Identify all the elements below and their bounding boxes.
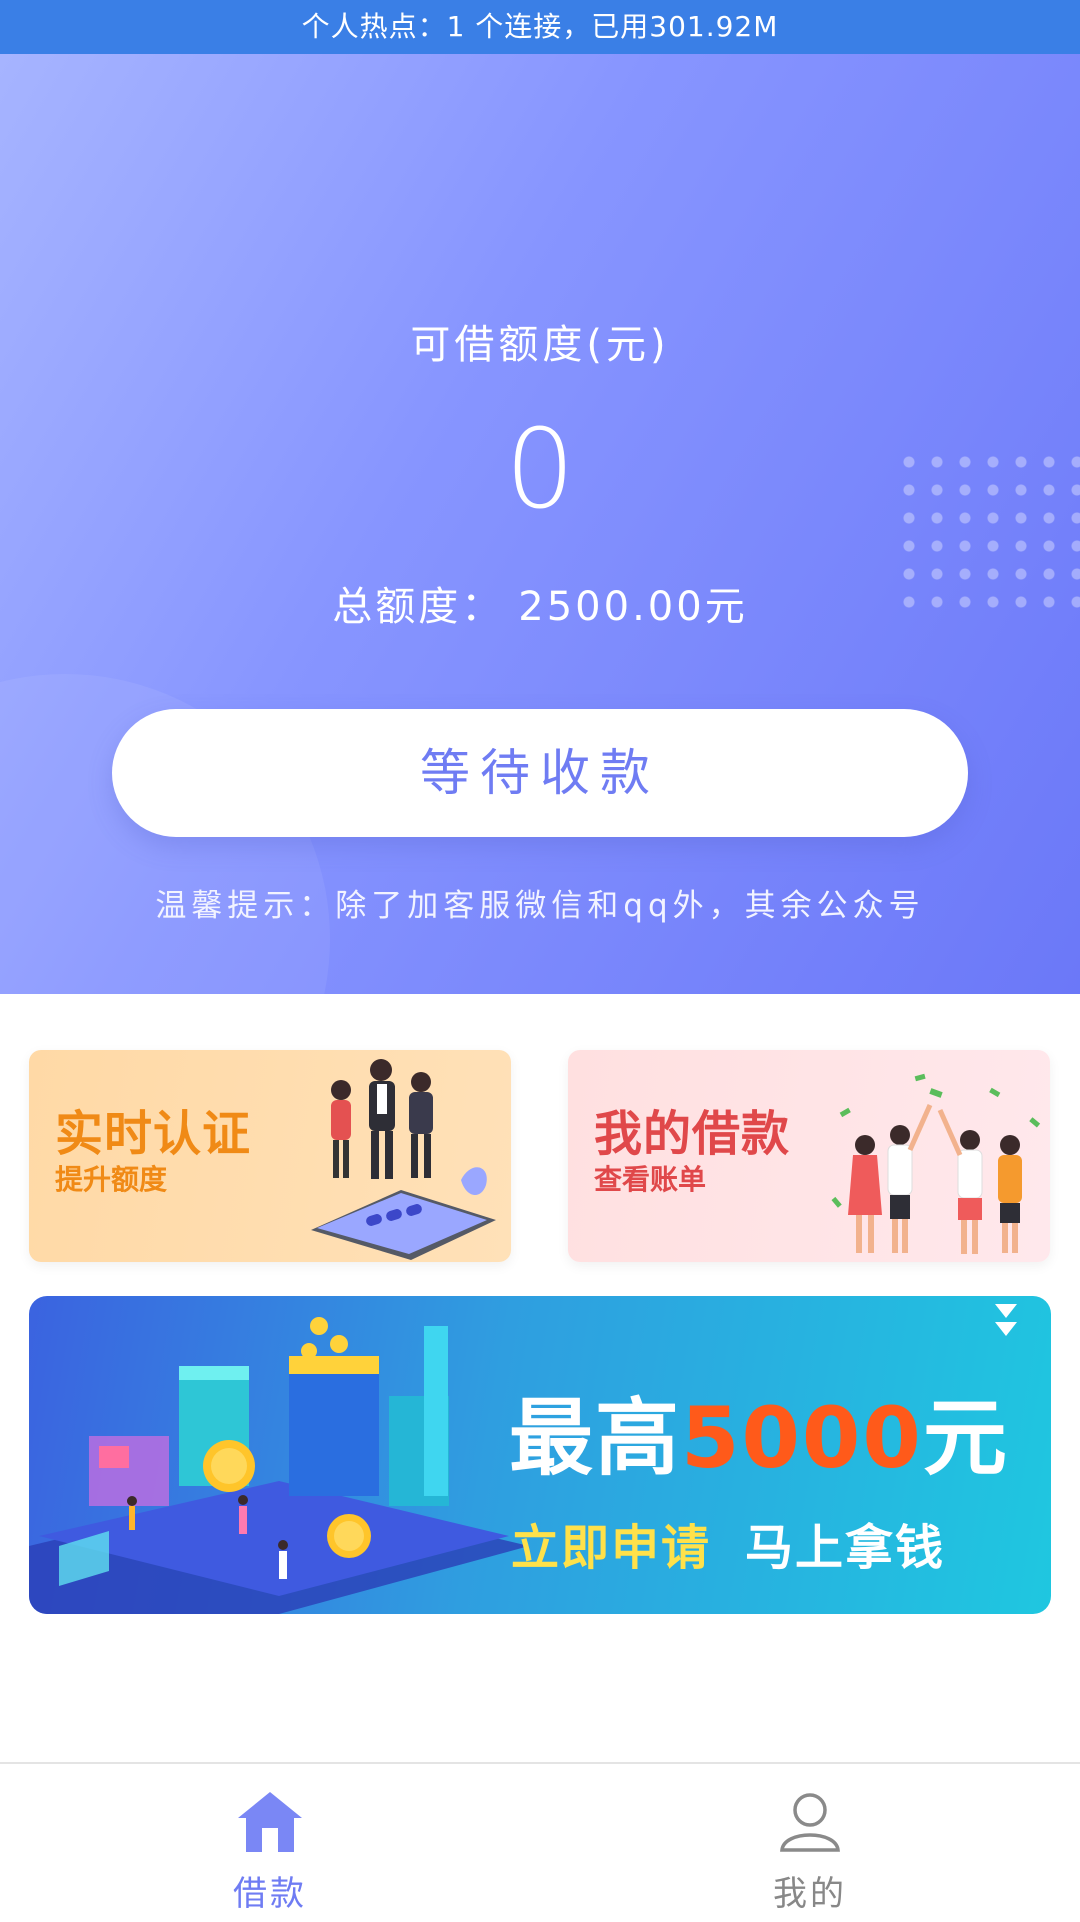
banner-amount: 5000 (681, 1389, 923, 1487)
bottom-tab-bar: 借款 我的 (0, 1762, 1080, 1920)
verify-card-subtitle: 提升额度 (55, 1163, 168, 1196)
isometric-city-illustration (29, 1317, 529, 1614)
available-limit-value: 0 (505, 405, 575, 533)
status-bar: 个人热点：1 个连接，已用301.92M (0, 0, 1080, 54)
my-loans-card[interactable]: 我的借款 查看账单 (568, 1050, 1050, 1262)
my-loans-card-subtitle: 查看账单 (594, 1163, 707, 1196)
warm-tip: 温馨提示：除了加客服微信和qq外，其余公众号 (155, 888, 925, 924)
banner-cta-get-money: 马上拿钱 (745, 1520, 946, 1576)
tab-borrow-label: 借款 (233, 1874, 307, 1914)
total-limit-label: 总额度： (332, 584, 505, 630)
banner-suffix: 元 (922, 1389, 1009, 1487)
banner-cta-apply: 立即申请 (511, 1520, 712, 1576)
total-limit: 总额度： 2500.00元 (0, 574, 1080, 632)
verify-card[interactable]: 实时认证 提升额度 (29, 1050, 511, 1262)
verify-card-title: 实时认证 (55, 1106, 252, 1162)
banner-prefix: 最高 (509, 1389, 682, 1487)
credit-limit-panel: 可借额度(元) 0 总额度： 2500.00元 等待收款 温馨提示：除了加客服微信… (0, 54, 1080, 994)
celebrating-people-illustration (831, 1073, 1041, 1254)
banner-cta: 立即申请 马上拿钱 (511, 1508, 945, 1578)
banner-headline: 最高5000元 (509, 1396, 1009, 1480)
home-icon (238, 1792, 302, 1852)
tab-borrow[interactable]: 借款 (0, 1764, 540, 1922)
tab-mine[interactable]: 我的 (540, 1764, 1080, 1922)
status-bar-text: 个人热点：1 个连接，已用301.92M (301, 10, 779, 43)
people-phone-illustration (311, 1059, 496, 1260)
promo-banner[interactable]: 最高5000元 立即申请 马上拿钱 (29, 1296, 1051, 1614)
total-limit-value: 2500.00元 (518, 584, 748, 630)
my-loans-card-title: 我的借款 (594, 1106, 791, 1162)
tab-mine-label: 我的 (773, 1874, 847, 1914)
double-chevron-down-icon (995, 1304, 1017, 1336)
user-icon (780, 1793, 840, 1852)
available-limit-label: 可借额度(元) (410, 322, 670, 368)
await-payment-button[interactable]: 等待收款 (112, 709, 968, 837)
